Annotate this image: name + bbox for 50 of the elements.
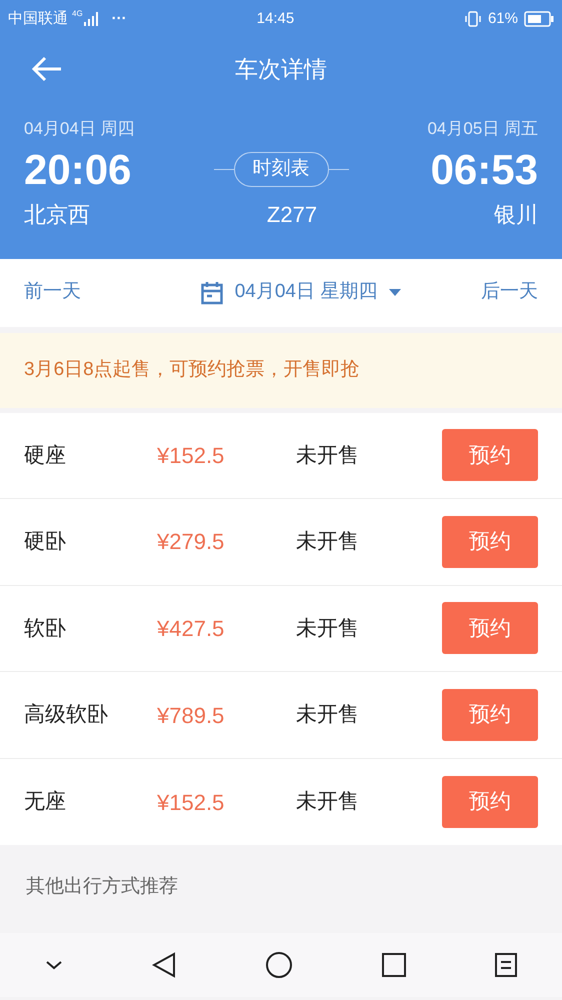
reserve-button[interactable]: 预约 — [442, 689, 538, 742]
arrival-time: 06:53 — [430, 144, 538, 194]
seat-price: ¥152.5 — [157, 442, 226, 470]
reserve-button[interactable]: 预约 — [442, 429, 538, 482]
seat-type: 硬座 — [24, 442, 67, 469]
signal-icon — [84, 12, 100, 26]
sale-status: 未开售 — [296, 616, 359, 642]
reserve-button[interactable]: 预约 — [442, 516, 538, 568]
sale-status: 未开售 — [296, 442, 359, 469]
seat-type: 硬卧 — [24, 529, 67, 556]
home-icon[interactable] — [264, 951, 293, 980]
selected-date[interactable]: 04月04日 星期四 — [234, 278, 378, 307]
menu-icon[interactable] — [495, 953, 518, 978]
section-heading: 其他出行方式推荐 — [26, 875, 178, 900]
next-day-link[interactable]: 后一天 — [480, 278, 538, 307]
back-arrow-icon[interactable] — [31, 56, 63, 82]
back-icon[interactable] — [152, 952, 176, 978]
network-type: 4G — [72, 8, 83, 20]
page-title: 车次详情 — [235, 54, 327, 84]
departure-date: 04月04日 周四 — [24, 118, 135, 140]
seat-price: ¥427.5 — [157, 614, 226, 643]
more-indicator: ··· — [112, 8, 127, 29]
clock: 14:45 — [256, 8, 294, 29]
departure-time: 20:06 — [24, 144, 132, 194]
battery-percent: 61% — [488, 8, 518, 29]
seat-price: ¥152.5 — [157, 788, 226, 817]
reserve-button[interactable]: 预约 — [442, 602, 538, 654]
vibrate-icon — [464, 11, 482, 27]
sale-status: 未开售 — [296, 529, 359, 556]
seat-type: 高级软卧 — [24, 702, 109, 728]
departure-station: 北京西 — [24, 200, 90, 228]
arrival-station: 银川 — [494, 200, 538, 228]
dropdown-caret-icon[interactable] — [389, 288, 402, 296]
chevron-down-icon[interactable] — [44, 960, 63, 970]
reserve-button[interactable]: 预约 — [442, 776, 538, 828]
seat-price: ¥789.5 — [157, 702, 226, 730]
recents-icon[interactable] — [382, 953, 406, 978]
seat-type: 无座 — [24, 789, 67, 816]
previous-day-link[interactable]: 前一天 — [24, 278, 81, 307]
calendar-icon[interactable] — [200, 280, 223, 304]
battery-icon — [524, 11, 554, 27]
sale-status: 未开售 — [296, 789, 359, 816]
arrival-date: 04月05日 周五 — [427, 118, 538, 140]
train-number: Z277 — [266, 200, 318, 228]
sale-status: 未开售 — [296, 702, 359, 728]
timetable-button[interactable]: 时刻表 — [234, 152, 328, 187]
seat-price: ¥279.5 — [157, 528, 226, 556]
carrier-name: 中国联通 — [8, 8, 68, 29]
sale-notice: 3月6日8点起售，可预约抢票，开售即抢 — [24, 358, 360, 382]
seat-type: 软卧 — [24, 616, 67, 642]
